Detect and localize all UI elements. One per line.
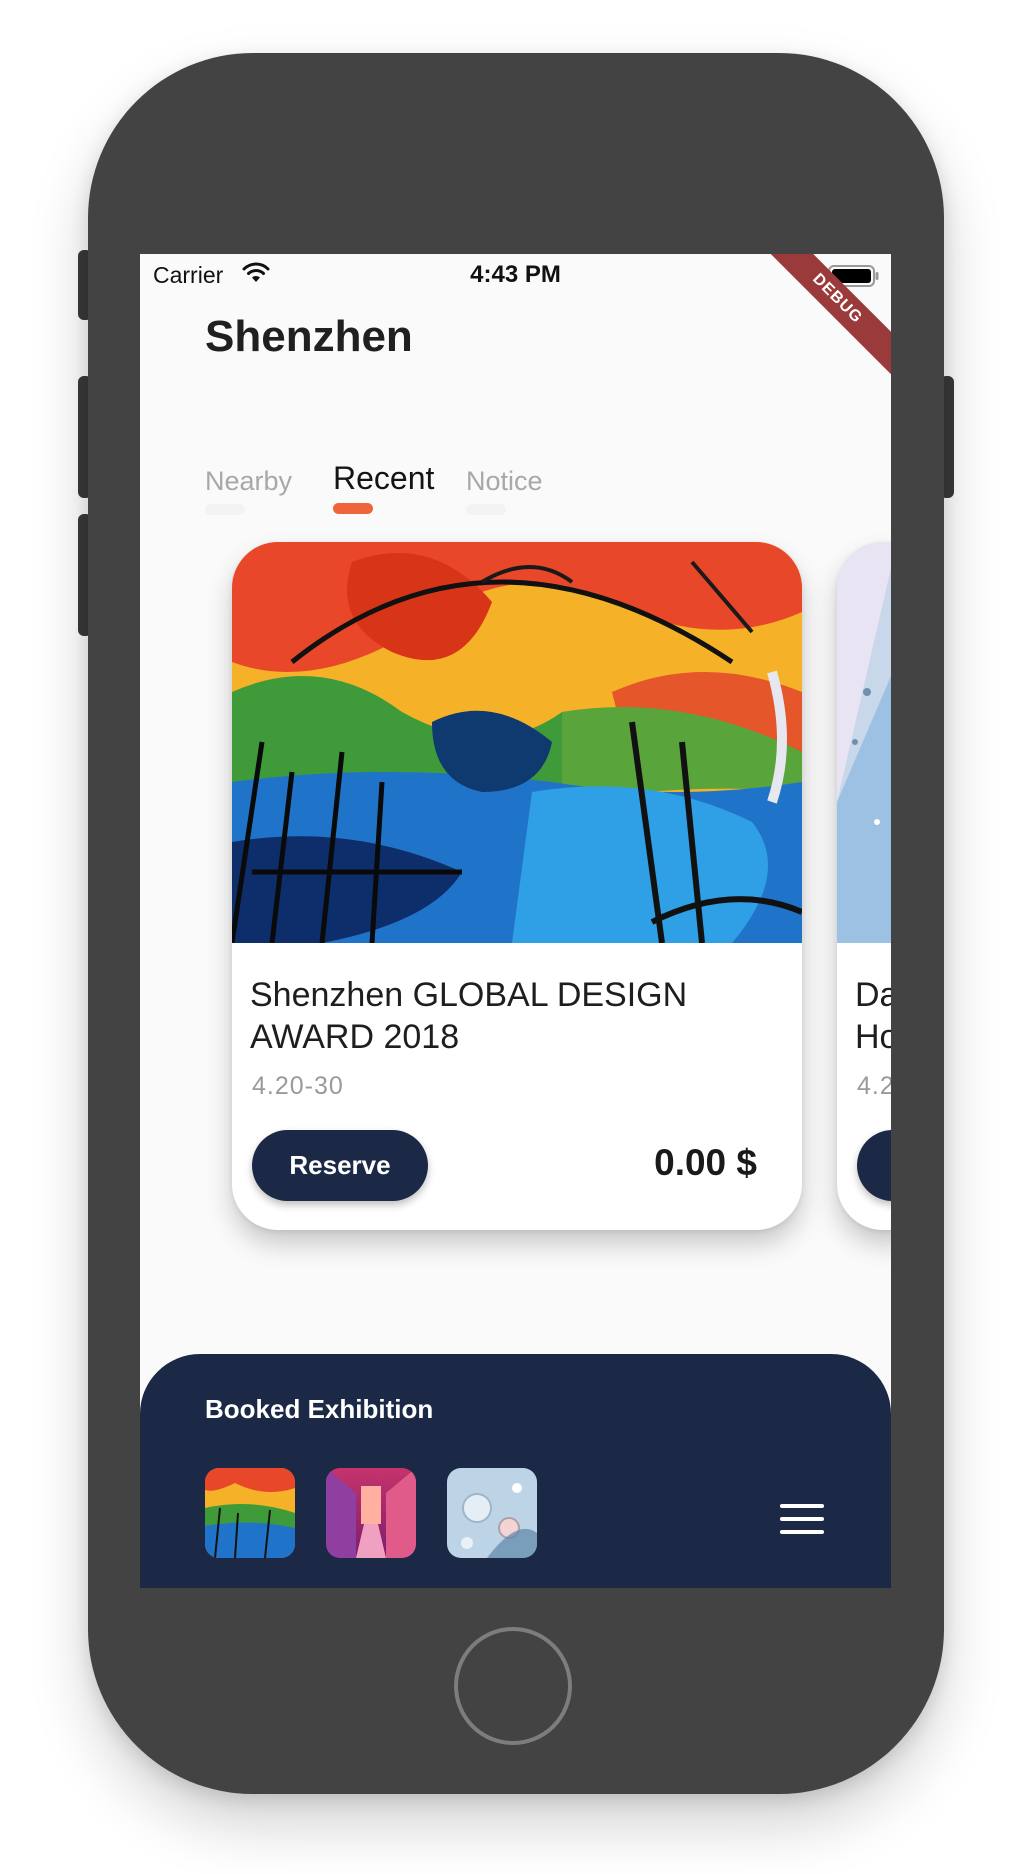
reserve-button[interactable]: Reserve bbox=[252, 1130, 428, 1201]
tab-nearby[interactable]: Nearby bbox=[205, 466, 293, 515]
hamburger-menu-icon[interactable] bbox=[780, 1504, 824, 1534]
category-tabs: Nearby Recent Notice bbox=[205, 458, 805, 518]
card-title: Da Ho bbox=[855, 976, 891, 1056]
tab-label: Nearby bbox=[205, 466, 293, 496]
exhibition-image bbox=[232, 542, 802, 943]
exhibition-card[interactable]: Da Ho 4.2 bbox=[837, 542, 891, 1230]
app-screen: Carrier 4:43 PM DEBUG Shenzhen Nearby Re… bbox=[140, 254, 891, 1588]
booked-thumbnail[interactable] bbox=[326, 1468, 416, 1558]
home-button[interactable] bbox=[454, 1627, 572, 1745]
booked-thumbnail[interactable] bbox=[447, 1468, 537, 1558]
booked-title: Booked Exhibition bbox=[205, 1394, 434, 1424]
tab-recent[interactable]: Recent bbox=[333, 460, 435, 514]
tab-indicator-active bbox=[333, 503, 373, 514]
status-time: 4:43 PM bbox=[470, 261, 561, 288]
card-price: 0.00 $ bbox=[654, 1142, 757, 1183]
tab-label: Notice bbox=[466, 466, 543, 496]
card-date: 4.20-30 bbox=[252, 1072, 344, 1100]
tab-indicator bbox=[466, 504, 506, 515]
tab-label: Recent bbox=[333, 460, 435, 496]
city-title: Shenzhen bbox=[205, 312, 413, 361]
booked-thumbnail[interactable] bbox=[205, 1468, 295, 1558]
exhibition-image bbox=[837, 542, 891, 943]
tab-indicator bbox=[205, 504, 245, 515]
card-date: 4.2 bbox=[857, 1072, 891, 1100]
tab-notice[interactable]: Notice bbox=[466, 466, 543, 515]
exhibition-card[interactable]: Shenzhen GLOBAL DESIGN AWARD 2018 4.20-3… bbox=[232, 542, 802, 1230]
reserve-button-partial[interactable] bbox=[857, 1130, 891, 1201]
card-title: Shenzhen GLOBAL DESIGN AWARD 2018 bbox=[250, 976, 688, 1056]
booked-panel: Booked Exhibition bbox=[140, 1354, 891, 1588]
